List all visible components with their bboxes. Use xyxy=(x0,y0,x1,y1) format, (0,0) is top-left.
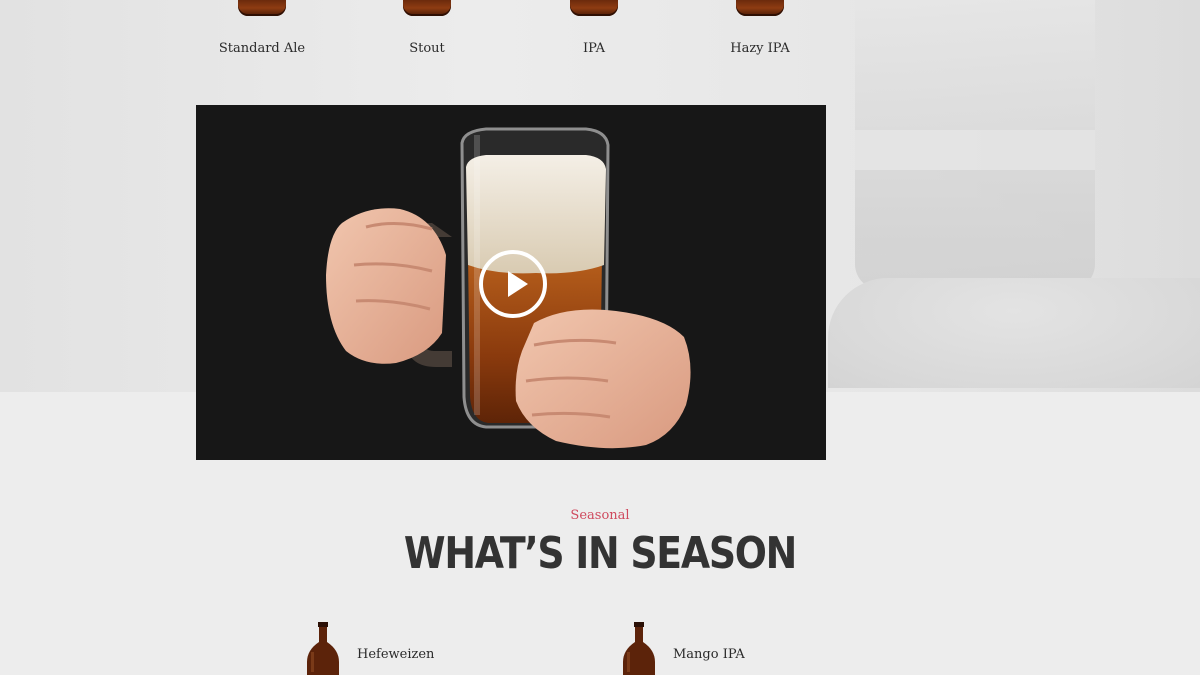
beer-style-label: Hazy IPA xyxy=(730,41,790,56)
beer-style-label: Standard Ale xyxy=(218,41,306,56)
beer-styles-row: Standard Ale Stout IPA Hazy IPA xyxy=(196,0,826,70)
beer-style-item[interactable]: IPA xyxy=(524,0,664,56)
seasonal-item-name: Mango IPA xyxy=(673,647,745,662)
bottle-icon xyxy=(238,0,286,16)
bottle-icon xyxy=(570,0,618,16)
play-button[interactable] xyxy=(479,250,547,318)
bottle-icon xyxy=(403,0,451,16)
play-icon xyxy=(508,271,528,297)
beer-style-label: Stout xyxy=(409,41,445,56)
seasonal-item-name: Hefeweizen xyxy=(357,647,435,662)
beer-style-item[interactable]: Stout xyxy=(357,0,497,56)
video-player[interactable] xyxy=(196,105,826,460)
background-glass-base xyxy=(828,278,1200,388)
beer-style-item[interactable]: Standard Ale xyxy=(192,0,332,56)
section-eyebrow: Seasonal xyxy=(570,508,630,523)
background-glass-image xyxy=(855,0,1095,290)
seasonal-item[interactable]: Hefeweizen xyxy=(305,622,525,675)
bottle-icon xyxy=(623,622,655,675)
section-heading: WHAT’S IN SEASON xyxy=(403,528,797,579)
beer-style-item[interactable]: Hazy IPA xyxy=(690,0,830,56)
beer-style-label: IPA xyxy=(582,41,606,56)
bottle-icon xyxy=(307,622,339,675)
bottle-icon xyxy=(736,0,784,16)
seasonal-item[interactable]: Mango IPA xyxy=(621,622,841,675)
